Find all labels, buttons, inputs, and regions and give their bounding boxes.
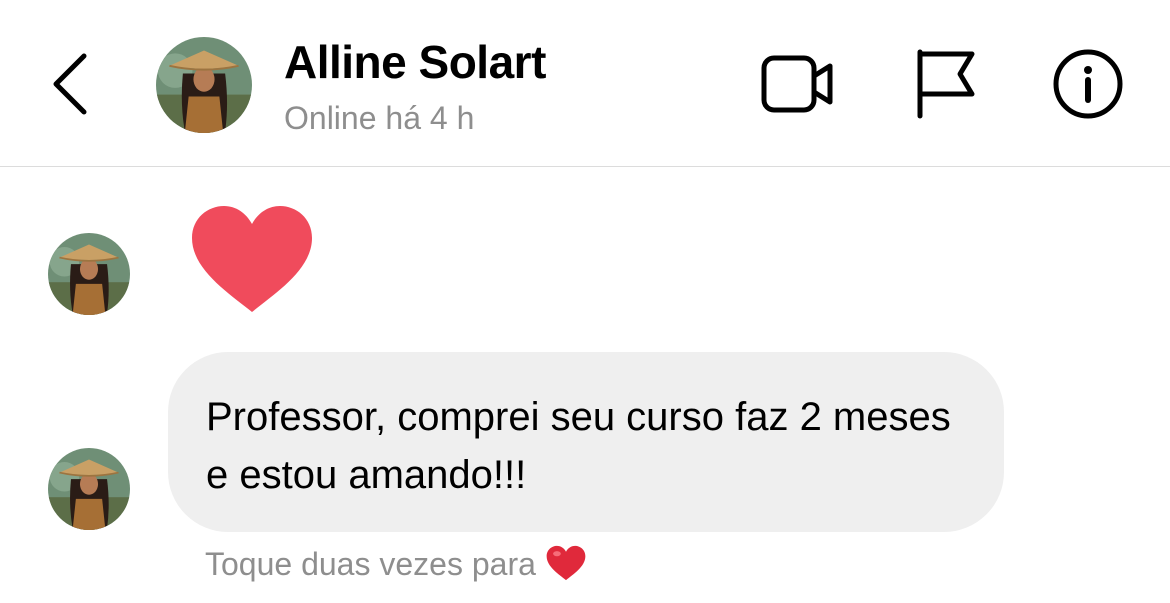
flag-icon <box>917 49 975 119</box>
contact-name[interactable]: Alline Solart <box>284 34 546 90</box>
chat-header: Alline Solart Online há 4 h <box>0 0 1170 167</box>
heart-reaction-message[interactable] <box>190 204 314 314</box>
video-camera-icon <box>761 55 833 113</box>
contact-avatar[interactable] <box>156 37 252 133</box>
back-button[interactable] <box>40 46 104 122</box>
info-icon <box>1053 49 1123 119</box>
info-button[interactable] <box>1048 46 1128 122</box>
report-button[interactable] <box>906 46 986 122</box>
hint-text: Toque duas vezes para <box>205 546 536 582</box>
double-tap-hint: Toque duas vezes para <box>205 542 586 586</box>
heart-icon <box>192 206 312 312</box>
sender-avatar[interactable] <box>48 233 130 315</box>
online-status: Online há 4 h <box>284 100 475 136</box>
sender-avatar[interactable] <box>48 448 130 530</box>
heart-emoji-icon <box>546 545 586 580</box>
message-text: Professor, comprei seu curso faz 2 meses… <box>206 395 951 497</box>
video-call-button[interactable] <box>758 46 838 122</box>
message-bubble[interactable]: Professor, comprei seu curso faz 2 meses… <box>168 352 1004 532</box>
chevron-left-icon <box>53 53 87 115</box>
